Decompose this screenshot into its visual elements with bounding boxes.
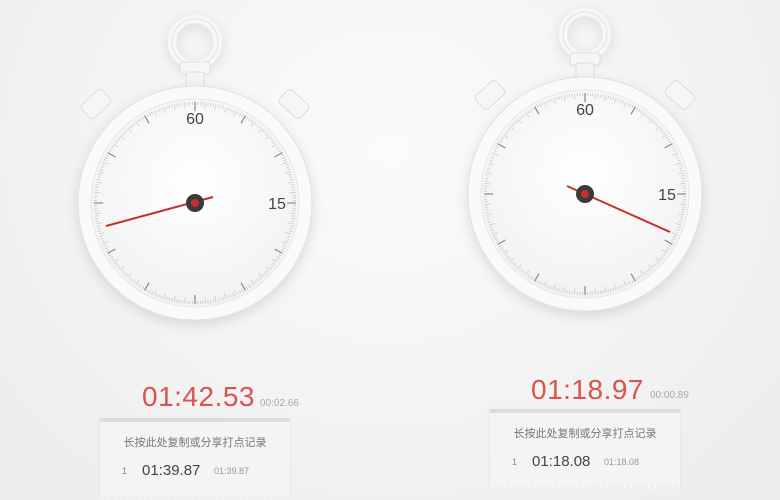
receipt-zigzag-edge bbox=[490, 485, 680, 491]
receipt-hint: 长按此处复制或分享打点记录 bbox=[513, 427, 657, 440]
lap-split-time: 01:39.87 bbox=[214, 466, 250, 476]
reset-button[interactable] bbox=[278, 88, 311, 120]
dial-label-15: 15 bbox=[268, 196, 286, 213]
main-time: 01:18.97 bbox=[531, 374, 644, 405]
stopwatch-panel-right: 60 15 01:18.97 00:00.89 长按此处复制或分享打点记录 1 … bbox=[390, 0, 780, 500]
lap-index: 1 bbox=[512, 457, 518, 467]
lap-total-time: 01:39.87 bbox=[142, 462, 201, 479]
lap-split-time: 01:18.08 bbox=[604, 457, 640, 467]
lap-button[interactable] bbox=[80, 88, 113, 120]
lap-row: 1 01:18.08 01:18.08 bbox=[490, 453, 680, 473]
crown[interactable] bbox=[559, 8, 611, 84]
dial-label-60: 60 bbox=[186, 111, 204, 128]
receipt-zigzag-edge bbox=[100, 494, 290, 500]
stopwatch-left[interactable]: 60 15 bbox=[0, 0, 390, 360]
main-time: 01:42.53 bbox=[142, 381, 255, 412]
dial-label-15: 15 bbox=[658, 187, 676, 204]
stopwatch-right[interactable]: 60 15 bbox=[390, 0, 780, 360]
current-lap-time: 00:02.66 bbox=[260, 398, 299, 409]
lap-total-time: 01:18.08 bbox=[532, 453, 591, 470]
dial-label-60: 60 bbox=[576, 102, 594, 119]
lap-row: 1 01:39.87 01:39.87 bbox=[100, 462, 290, 482]
stopwatch-panel-left: 60 15 01:42.53 00:02.66 长按此处复制或分享打点记录 1 … bbox=[0, 0, 390, 500]
lap-receipt[interactable]: 长按此处复制或分享打点记录 1 01:39.87 01:39.87 bbox=[100, 418, 290, 500]
receipt-hint: 长按此处复制或分享打点记录 bbox=[123, 436, 267, 449]
current-lap-time: 00:00.89 bbox=[650, 390, 689, 401]
lap-button[interactable] bbox=[474, 79, 507, 111]
crown[interactable] bbox=[168, 15, 222, 93]
lap-index: 1 bbox=[122, 466, 128, 476]
reset-button[interactable] bbox=[664, 79, 697, 111]
lap-receipt[interactable]: 长按此处复制或分享打点记录 1 01:18.08 01:18.08 bbox=[490, 409, 680, 491]
